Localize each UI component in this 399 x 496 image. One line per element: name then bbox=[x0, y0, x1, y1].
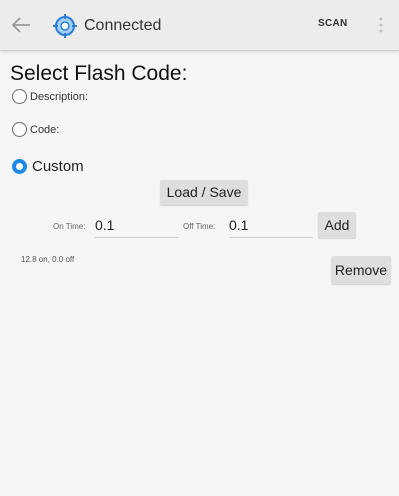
off-time-label: Off Time: bbox=[183, 222, 216, 231]
crosshair-target-icon bbox=[53, 14, 77, 38]
radio-button-icon[interactable] bbox=[12, 122, 27, 137]
radio-description[interactable]: Description: bbox=[12, 89, 88, 104]
radio-custom[interactable]: Custom bbox=[12, 158, 84, 175]
on-time-label: On Time: bbox=[53, 222, 86, 231]
load-save-button[interactable]: Load / Save bbox=[160, 180, 248, 205]
radio-label-description: Description: bbox=[30, 90, 89, 103]
on-time-input[interactable]: 0.1 bbox=[95, 217, 179, 238]
radio-label-code: Code: bbox=[30, 123, 60, 136]
radio-label-custom: Custom bbox=[32, 158, 84, 175]
app-bar: Connected SCAN bbox=[0, 0, 399, 51]
radio-button-selected-icon[interactable] bbox=[12, 159, 27, 174]
arrow-back-icon[interactable] bbox=[10, 15, 32, 35]
flash-summary-text: 12.8 on, 0.0 off bbox=[21, 255, 75, 264]
radio-code[interactable]: Code: bbox=[12, 122, 59, 137]
app-title: Connected bbox=[84, 17, 162, 34]
page-title: Select Flash Code: bbox=[10, 62, 188, 85]
radio-button-icon[interactable] bbox=[12, 89, 27, 104]
scan-button[interactable]: SCAN bbox=[318, 18, 348, 29]
add-button[interactable]: Add bbox=[318, 212, 356, 238]
off-time-input[interactable]: 0.1 bbox=[229, 217, 313, 238]
overflow-menu-icon[interactable] bbox=[379, 16, 383, 34]
remove-button[interactable]: Remove bbox=[331, 256, 391, 284]
